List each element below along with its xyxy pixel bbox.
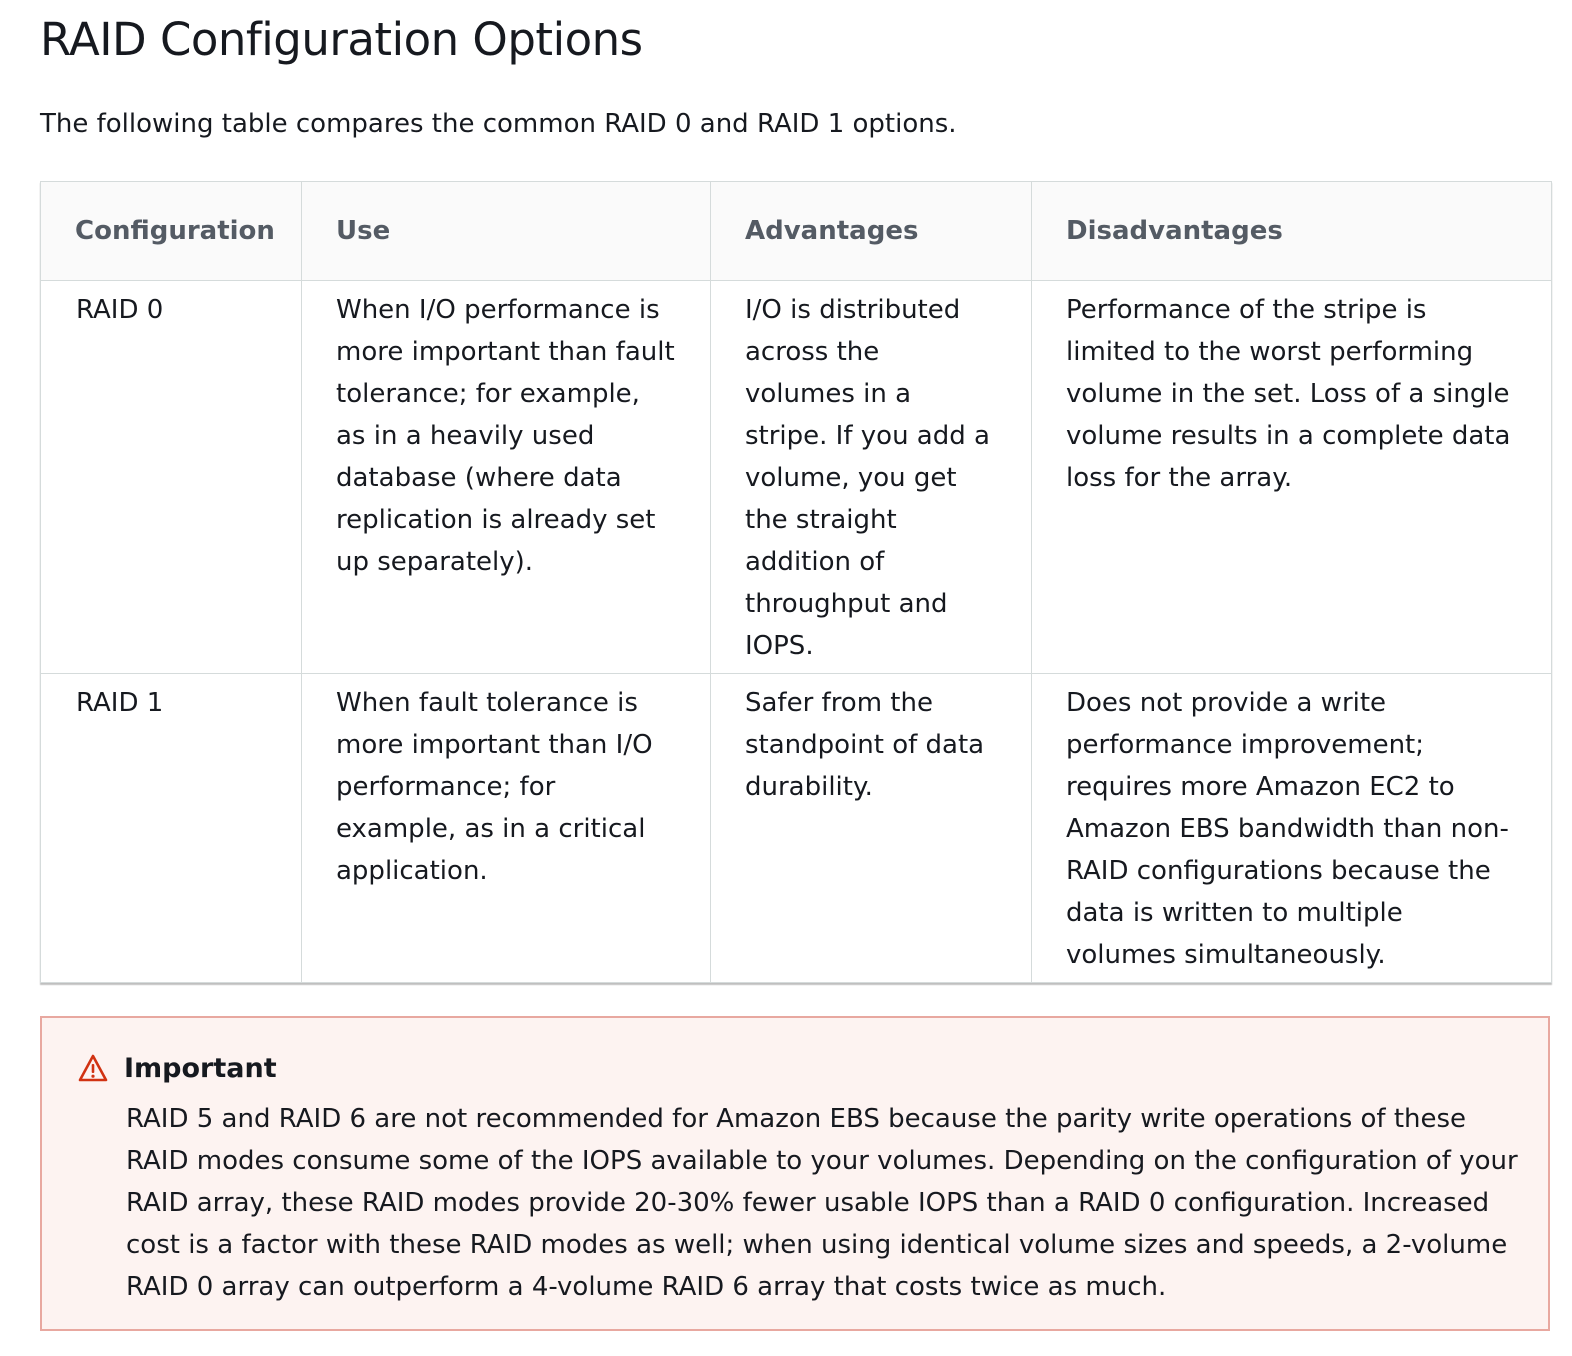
important-callout: Important RAID 5 and RAID 6 are not reco…	[40, 1016, 1550, 1331]
table-row: RAID 0 When I/O performance is more impo…	[40, 280, 1552, 674]
header-use: Use	[301, 181, 711, 281]
table-header-row: Configuration Use Advantages Disadvantag…	[40, 181, 1552, 281]
callout-header: Important	[78, 1048, 277, 1088]
cell-use: When I/O performance is more important t…	[301, 280, 711, 674]
callout-body: RAID 5 and RAID 6 are not recommended fo…	[126, 1104, 1518, 1302]
callout-title: Important	[124, 1052, 277, 1084]
cell-disadvantages: Does not provide a write performance imp…	[1031, 673, 1552, 983]
cell-configuration: RAID 1	[40, 673, 302, 983]
header-advantages: Advantages	[710, 181, 1032, 281]
page-title: RAID Configuration Options	[40, 13, 643, 66]
table-row: RAID 1 When fault tolerance is more impo…	[40, 673, 1552, 983]
header-configuration: Configuration	[40, 181, 302, 281]
cell-use: When fault tolerance is more important t…	[301, 673, 711, 983]
warning-icon	[78, 1053, 108, 1083]
intro-text: The following table compares the common …	[40, 109, 957, 139]
cell-disadvantages: Performance of the stripe is limited to …	[1031, 280, 1552, 674]
cell-configuration: RAID 0	[40, 280, 302, 674]
raid-comparison-table: Configuration Use Advantages Disadvantag…	[40, 181, 1552, 983]
cell-advantages: Safer from the standpoint of data durabi…	[710, 673, 1032, 983]
cell-advantages: I/O is distributed across the volumes in…	[710, 280, 1032, 674]
header-disadvantages: Disadvantages	[1031, 181, 1552, 281]
